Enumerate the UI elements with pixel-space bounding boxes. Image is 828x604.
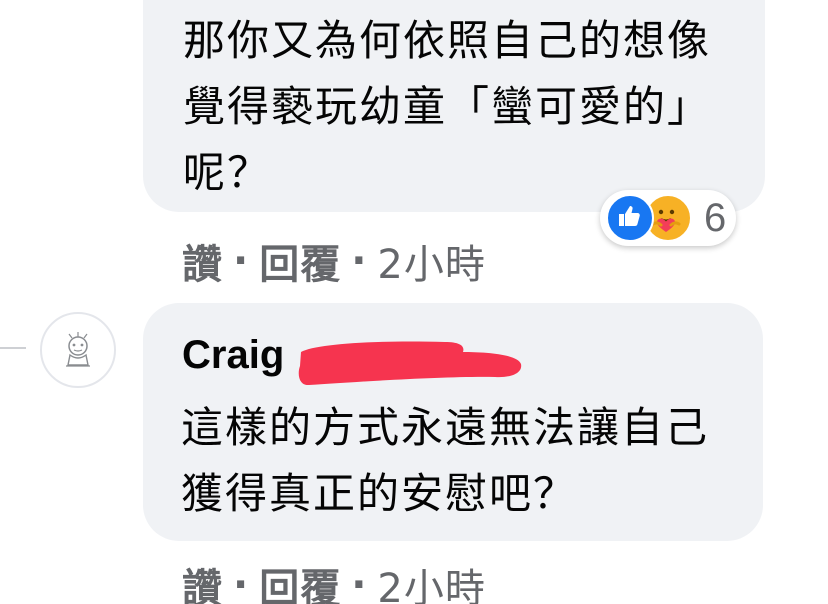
reply-link[interactable]: 回覆 [259,232,341,290]
avatar[interactable] [40,312,116,388]
separator: · [351,238,368,284]
comment-actions: 讚 · 回覆 · 2小時 [182,556,486,604]
like-icon [606,194,654,242]
separator: · [233,562,250,604]
author-name[interactable]: Craig [182,333,284,378]
redaction-mark [298,341,522,386]
like-link[interactable]: 讚 [182,556,223,604]
comment-actions: 讚 · 回覆 · 2小時 [182,232,486,290]
comment-text: 這樣的方式永遠無法讓自己獲得真正的安慰吧？ [181,403,710,518]
timestamp[interactable]: 2小時 [377,232,485,290]
reactions-summary[interactable]: 6 [600,190,737,246]
comment-thread: 那你又為何依照自己的想像覺得褻玩幼童「蠻可愛的」呢？ 6 讚 · 回覆 · 2小… [0,0,828,604]
separator: · [351,562,368,604]
timestamp[interactable]: 2小時 [377,556,485,604]
reply-link[interactable]: 回覆 [259,556,341,604]
reaction-count: 6 [704,195,727,240]
comment-bubble: 那你又為何依照自己的想像覺得褻玩幼童「蠻可愛的」呢？ [143,0,765,212]
comment-text: 那你又為何依照自己的想像覺得褻玩幼童「蠻可愛的」呢？ [183,16,712,197]
thread-connector [0,347,26,349]
like-link[interactable]: 讚 [182,232,223,290]
cartoon-avatar-icon [66,332,90,367]
separator: · [233,238,250,284]
